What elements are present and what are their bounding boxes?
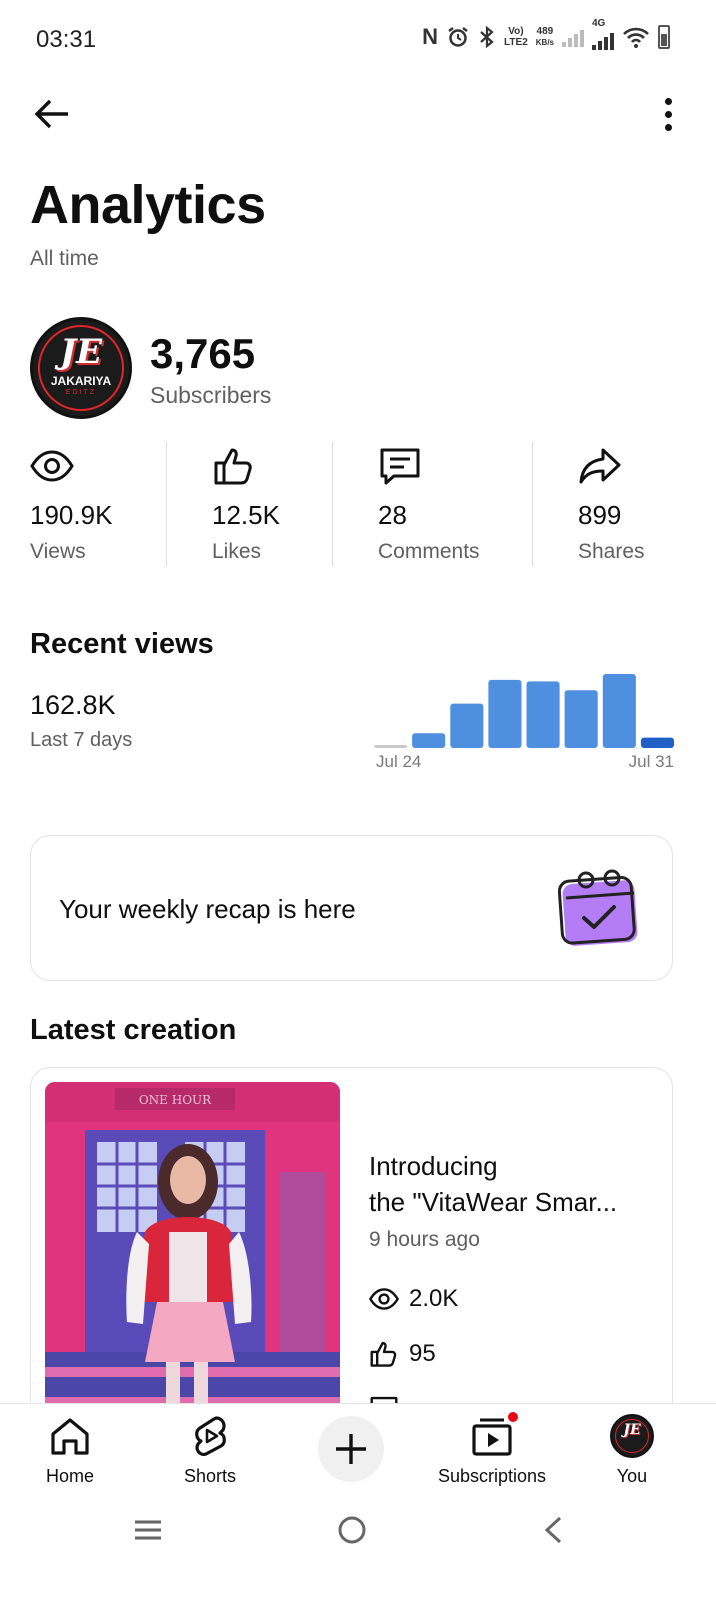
video-views: 2.0K: [369, 1284, 458, 1314]
eye-icon: [369, 1288, 399, 1310]
shares-value: 899: [578, 500, 622, 530]
status-icons: N Vo) LTE2 489 KB/s 4G: [422, 18, 670, 50]
share-icon: [579, 448, 621, 484]
avatar: JE: [610, 1414, 654, 1458]
network-speed: 489 KB/s: [535, 26, 554, 47]
video-title[interactable]: Introducing the "VitaWear Smar...: [369, 1148, 659, 1220]
views-value: 190.9K: [30, 500, 113, 530]
chart-bar-8: [640, 737, 674, 748]
alarm-icon: [448, 27, 468, 47]
volte-indicator: Vo) LTE2: [504, 26, 528, 48]
chart-bar-4: [488, 679, 522, 748]
nav-home-label: Home: [45, 1466, 94, 1486]
wifi-icon: [623, 27, 649, 48]
avatar-logo-name: JAKARIYA: [50, 374, 112, 388]
status-time: 03:31: [36, 26, 97, 53]
top-app-bar: [0, 80, 716, 144]
recent-views-subtitle: Last 7 days: [30, 729, 133, 751]
more-options-button[interactable]: [656, 90, 680, 138]
subscriber-count: 3,765: [150, 330, 256, 377]
signal-sim1-icon: [562, 27, 584, 47]
eye-icon: [30, 450, 74, 482]
nav-subscriptions-label: Subscriptions: [437, 1466, 547, 1486]
subscriptions-icon: [470, 1410, 520, 1458]
shorts-icon: [195, 1416, 226, 1456]
channel-avatar[interactable]: JE JAKARIYA EDITZ: [30, 317, 132, 419]
divider: [532, 442, 533, 566]
subscriber-label: Subscribers: [150, 382, 272, 408]
video-views-value: 2.0K: [409, 1285, 459, 1312]
recent-views-title: Recent views: [30, 628, 214, 660]
comments-value: 28: [378, 500, 407, 530]
home-circle-icon[interactable]: [336, 1514, 368, 1546]
latest-creation-title: Latest creation: [30, 1014, 237, 1046]
chart-bar-5: [526, 681, 560, 748]
chart-bar-6: [564, 690, 598, 748]
arrow-back-icon: [34, 99, 68, 129]
divider: [166, 442, 167, 566]
back-button[interactable]: [28, 90, 76, 138]
x-tick-label-start: Jul 24: [376, 752, 422, 771]
shares-label: Shares: [578, 540, 645, 563]
period-label: All time: [30, 247, 99, 270]
more-vert-icon: [664, 97, 672, 105]
bluetooth-icon: [480, 25, 494, 49]
recap-text: Your weekly recap is here: [59, 894, 356, 924]
nav-subscriptions[interactable]: Subscriptions: [432, 1404, 552, 1499]
chart-bar-7: [602, 674, 636, 748]
recent-views-value: 162.8K: [30, 690, 116, 720]
create-button[interactable]: [318, 1416, 384, 1482]
likes-value: 12.5K: [212, 500, 280, 530]
divider: [332, 442, 333, 566]
thumbnail-sign-text: ONE HOUR: [139, 1093, 212, 1107]
chart-plot: [374, 674, 674, 748]
thumbs-up-icon: [214, 448, 252, 485]
recent-views-chart[interactable]: Jul 24 Jul 31: [374, 672, 674, 778]
recent-apps-icon[interactable]: [132, 1516, 164, 1544]
nav-home[interactable]: Home: [26, 1404, 114, 1499]
video-likes-value: 95: [409, 1340, 436, 1367]
comment-icon: [380, 448, 420, 485]
system-back-icon[interactable]: [540, 1514, 566, 1546]
status-bar: 03:31 N Vo) LTE2 489 KB/s 4G: [0, 0, 716, 80]
weekly-recap-card[interactable]: Your weekly recap is here: [30, 835, 673, 981]
avatar-logo-text: JE: [59, 332, 102, 372]
thumbs-up-icon: [370, 1341, 397, 1367]
chart-bar-3: [450, 703, 484, 748]
bottom-navigation: Home Shorts Subscriptions JE You: [0, 1403, 716, 1498]
calendar-check-icon: [558, 869, 638, 946]
page-title: Analytics: [30, 175, 266, 235]
nav-you-label: You: [616, 1466, 648, 1486]
nav-shorts[interactable]: Shorts: [166, 1404, 254, 1499]
signal-sim2-icon: 4G: [592, 18, 614, 50]
video-time-ago: 9 hours ago: [369, 1228, 480, 1251]
nav-you[interactable]: JE You: [600, 1404, 664, 1499]
battery-icon: [658, 25, 670, 49]
stats-row: 190.9K Views 12.5K Likes 28 Comments 899…: [0, 440, 716, 568]
views-label: Views: [30, 540, 86, 563]
chart-bar-2: [412, 733, 446, 748]
chart-bar-1: [374, 745, 408, 748]
avatar-logo-sub: EDITZ: [65, 389, 97, 396]
nfc-icon: N: [422, 24, 439, 49]
notification-dot: [506, 1410, 520, 1424]
home-icon: [51, 1418, 89, 1455]
likes-label: Likes: [212, 540, 262, 563]
plus-icon: [336, 1434, 366, 1464]
x-tick-label-end: Jul 31: [628, 752, 674, 771]
nav-shorts-label: Shorts: [183, 1466, 237, 1486]
video-likes: 95: [369, 1339, 436, 1369]
system-navigation-bar: [0, 1498, 716, 1600]
comments-label: Comments: [378, 540, 480, 563]
